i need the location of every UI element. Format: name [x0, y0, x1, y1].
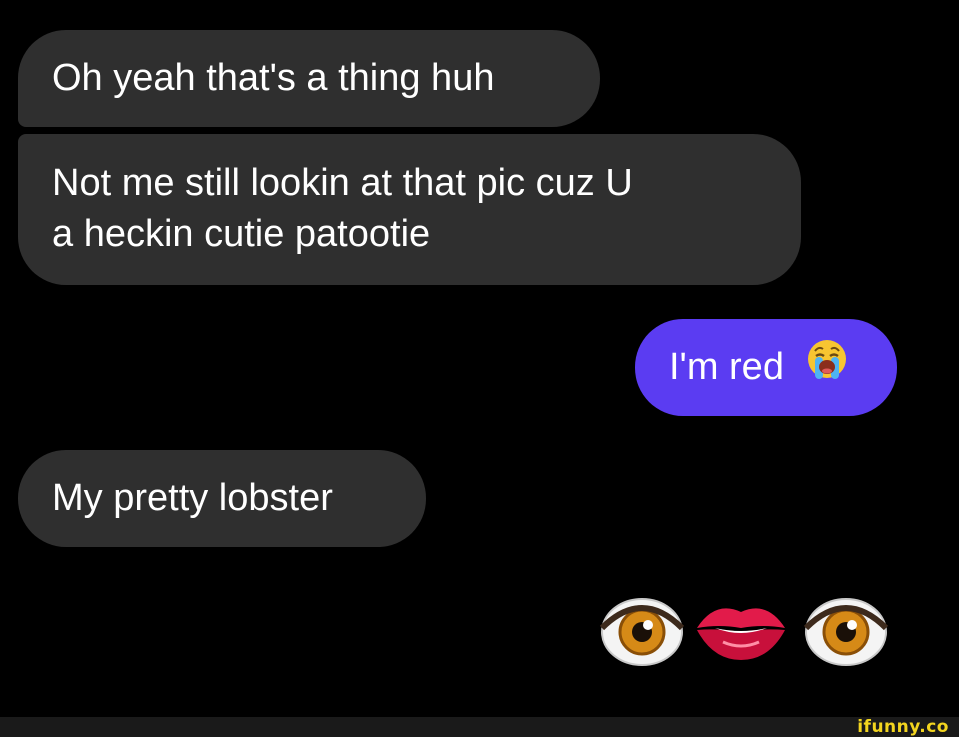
message-text: Oh yeah that's a thing huh: [52, 57, 495, 99]
message-bubble-sent[interactable]: I'm red: [635, 319, 897, 416]
message-text: I'm red: [669, 346, 784, 388]
message-text-line: a heckin cutie patootie: [52, 213, 431, 255]
message-bubble-received[interactable]: Not me still lookin at that pic cuz U a …: [18, 134, 801, 285]
message-bubble-received[interactable]: Oh yeah that's a thing huh: [18, 30, 600, 127]
message-bubble-received[interactable]: My pretty lobster: [18, 450, 426, 547]
eye-icon: [803, 598, 889, 666]
eye-icon: [599, 598, 685, 666]
emoji-message[interactable]: [597, 590, 897, 670]
message-text: My pretty lobster: [52, 477, 333, 519]
watermark-bar: [0, 717, 959, 737]
ifunny-watermark: ifunny.co: [857, 717, 949, 737]
message-text-line: Not me still lookin at that pic cuz U: [52, 162, 633, 204]
kiss-mark-lips-icon: [697, 608, 785, 660]
loudly-crying-face-icon: [805, 337, 849, 395]
